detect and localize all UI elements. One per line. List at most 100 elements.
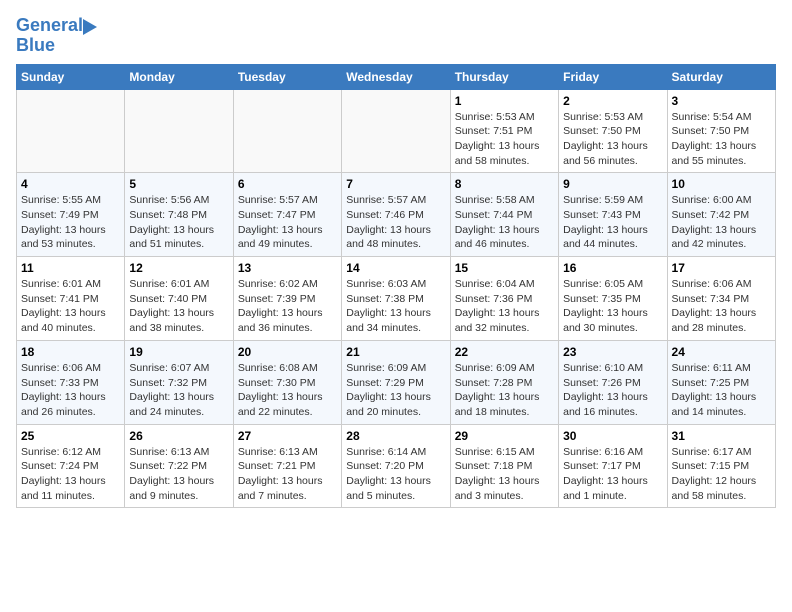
day-number: 1 [455,94,554,108]
day-info: Sunrise: 5:53 AMSunset: 7:50 PMDaylight:… [563,110,662,169]
calendar-cell: 9 Sunrise: 5:59 AMSunset: 7:43 PMDaylight… [559,173,667,257]
day-number: 26 [129,429,228,443]
day-info: Sunrise: 6:16 AMSunset: 7:17 PMDaylight:… [563,445,662,504]
day-number: 7 [346,177,445,191]
day-info: Sunrise: 6:10 AMSunset: 7:26 PMDaylight:… [563,361,662,420]
calendar-body: 1 Sunrise: 5:53 AMSunset: 7:51 PMDaylight… [17,89,776,508]
day-number: 4 [21,177,120,191]
calendar-cell: 25Sunrise: 6:12 AMSunset: 7:24 PMDayligh… [17,424,125,508]
day-number: 16 [563,261,662,275]
calendar-cell: 2 Sunrise: 5:53 AMSunset: 7:50 PMDaylight… [559,89,667,173]
calendar-cell: 31 Sunrise: 6:17 AMSunset: 7:15 PMDayligh… [667,424,775,508]
day-number: 29 [455,429,554,443]
calendar-cell: 11 Sunrise: 6:01 AMSunset: 7:41 PMDayligh… [17,257,125,341]
day-info: Sunrise: 5:53 AMSunset: 7:51 PMDaylight:… [455,110,554,169]
calendar-cell [125,89,233,173]
calendar-cell: 23Sunrise: 6:10 AMSunset: 7:26 PMDayligh… [559,340,667,424]
calendar-cell: 13Sunrise: 6:02 AMSunset: 7:39 PMDayligh… [233,257,341,341]
calendar-cell: 27Sunrise: 6:13 AMSunset: 7:21 PMDayligh… [233,424,341,508]
calendar-cell: 14Sunrise: 6:03 AMSunset: 7:38 PMDayligh… [342,257,450,341]
calendar-cell: 30 Sunrise: 6:16 AMSunset: 7:17 PMDayligh… [559,424,667,508]
day-info: Sunrise: 6:00 AMSunset: 7:42 PMDaylight:… [672,193,771,252]
day-info: Sunrise: 5:55 AMSunset: 7:49 PMDaylight:… [21,193,120,252]
day-info: Sunrise: 6:13 AMSunset: 7:22 PMDaylight:… [129,445,228,504]
day-info: Sunrise: 6:15 AMSunset: 7:18 PMDaylight:… [455,445,554,504]
logo-icon [83,19,97,35]
calendar-cell: 7 Sunrise: 5:57 AMSunset: 7:46 PMDaylight… [342,173,450,257]
calendar-cell: 26 Sunrise: 6:13 AMSunset: 7:22 PMDayligh… [125,424,233,508]
day-info: Sunrise: 5:58 AMSunset: 7:44 PMDaylight:… [455,193,554,252]
day-number: 14 [346,261,445,275]
day-info: Sunrise: 6:04 AMSunset: 7:36 PMDaylight:… [455,277,554,336]
week-row-5: 25Sunrise: 6:12 AMSunset: 7:24 PMDayligh… [17,424,776,508]
calendar-cell: 3Sunrise: 5:54 AMSunset: 7:50 PMDaylight… [667,89,775,173]
day-number: 3 [672,94,771,108]
day-number: 12 [129,261,228,275]
calendar-cell: 20 Sunrise: 6:08 AMSunset: 7:30 PMDayligh… [233,340,341,424]
day-info: Sunrise: 5:57 AMSunset: 7:46 PMDaylight:… [346,193,445,252]
day-info: Sunrise: 6:09 AMSunset: 7:28 PMDaylight:… [455,361,554,420]
day-info: Sunrise: 6:02 AMSunset: 7:39 PMDaylight:… [238,277,337,336]
calendar-cell: 17 Sunrise: 6:06 AMSunset: 7:34 PMDayligh… [667,257,775,341]
weekday-header-row: SundayMondayTuesdayWednesdayThursdayFrid… [17,64,776,89]
day-number: 28 [346,429,445,443]
calendar-cell: 12 Sunrise: 6:01 AMSunset: 7:40 PMDayligh… [125,257,233,341]
week-row-2: 4 Sunrise: 5:55 AMSunset: 7:49 PMDaylight… [17,173,776,257]
day-number: 9 [563,177,662,191]
logo-text: General [16,16,83,36]
day-info: Sunrise: 6:07 AMSunset: 7:32 PMDaylight:… [129,361,228,420]
day-info: Sunrise: 5:59 AMSunset: 7:43 PMDaylight:… [563,193,662,252]
day-info: Sunrise: 6:06 AMSunset: 7:33 PMDaylight:… [21,361,120,420]
calendar-table: SundayMondayTuesdayWednesdayThursdayFrid… [16,64,776,509]
day-info: Sunrise: 6:11 AMSunset: 7:25 PMDaylight:… [672,361,771,420]
calendar-cell: 16Sunrise: 6:05 AMSunset: 7:35 PMDayligh… [559,257,667,341]
calendar-cell: 5Sunrise: 5:56 AMSunset: 7:48 PMDaylight… [125,173,233,257]
calendar-cell: 4 Sunrise: 5:55 AMSunset: 7:49 PMDaylight… [17,173,125,257]
day-number: 22 [455,345,554,359]
calendar-cell [233,89,341,173]
day-info: Sunrise: 6:01 AMSunset: 7:40 PMDaylight:… [129,277,228,336]
day-number: 27 [238,429,337,443]
week-row-1: 1 Sunrise: 5:53 AMSunset: 7:51 PMDaylight… [17,89,776,173]
calendar-cell: 24 Sunrise: 6:11 AMSunset: 7:25 PMDayligh… [667,340,775,424]
calendar-cell: 6Sunrise: 5:57 AMSunset: 7:47 PMDaylight… [233,173,341,257]
weekday-header-tuesday: Tuesday [233,64,341,89]
calendar-cell: 29 Sunrise: 6:15 AMSunset: 7:18 PMDayligh… [450,424,558,508]
calendar-cell: 1 Sunrise: 5:53 AMSunset: 7:51 PMDaylight… [450,89,558,173]
calendar-cell: 15 Sunrise: 6:04 AMSunset: 7:36 PMDayligh… [450,257,558,341]
calendar-cell: 21Sunrise: 6:09 AMSunset: 7:29 PMDayligh… [342,340,450,424]
weekday-header-wednesday: Wednesday [342,64,450,89]
calendar-cell: 18Sunrise: 6:06 AMSunset: 7:33 PMDayligh… [17,340,125,424]
day-number: 20 [238,345,337,359]
week-row-3: 11 Sunrise: 6:01 AMSunset: 7:41 PMDayligh… [17,257,776,341]
day-info: Sunrise: 5:57 AMSunset: 7:47 PMDaylight:… [238,193,337,252]
calendar-cell [342,89,450,173]
day-number: 30 [563,429,662,443]
logo-blue: Blue [16,36,55,56]
day-info: Sunrise: 6:17 AMSunset: 7:15 PMDaylight:… [672,445,771,504]
calendar-cell: 22 Sunrise: 6:09 AMSunset: 7:28 PMDayligh… [450,340,558,424]
weekday-header-thursday: Thursday [450,64,558,89]
day-info: Sunrise: 6:08 AMSunset: 7:30 PMDaylight:… [238,361,337,420]
page-header: General Blue [16,16,776,56]
day-number: 11 [21,261,120,275]
day-number: 10 [672,177,771,191]
logo: General Blue [16,16,97,56]
day-number: 24 [672,345,771,359]
day-number: 19 [129,345,228,359]
day-info: Sunrise: 6:01 AMSunset: 7:41 PMDaylight:… [21,277,120,336]
weekday-header-monday: Monday [125,64,233,89]
calendar-cell: 10 Sunrise: 6:00 AMSunset: 7:42 PMDayligh… [667,173,775,257]
day-number: 5 [129,177,228,191]
day-info: Sunrise: 6:14 AMSunset: 7:20 PMDaylight:… [346,445,445,504]
day-number: 15 [455,261,554,275]
weekday-header-sunday: Sunday [17,64,125,89]
calendar-cell [17,89,125,173]
day-info: Sunrise: 6:12 AMSunset: 7:24 PMDaylight:… [21,445,120,504]
calendar-cell: 28 Sunrise: 6:14 AMSunset: 7:20 PMDayligh… [342,424,450,508]
day-info: Sunrise: 6:06 AMSunset: 7:34 PMDaylight:… [672,277,771,336]
day-number: 17 [672,261,771,275]
day-number: 2 [563,94,662,108]
day-number: 31 [672,429,771,443]
day-info: Sunrise: 6:09 AMSunset: 7:29 PMDaylight:… [346,361,445,420]
